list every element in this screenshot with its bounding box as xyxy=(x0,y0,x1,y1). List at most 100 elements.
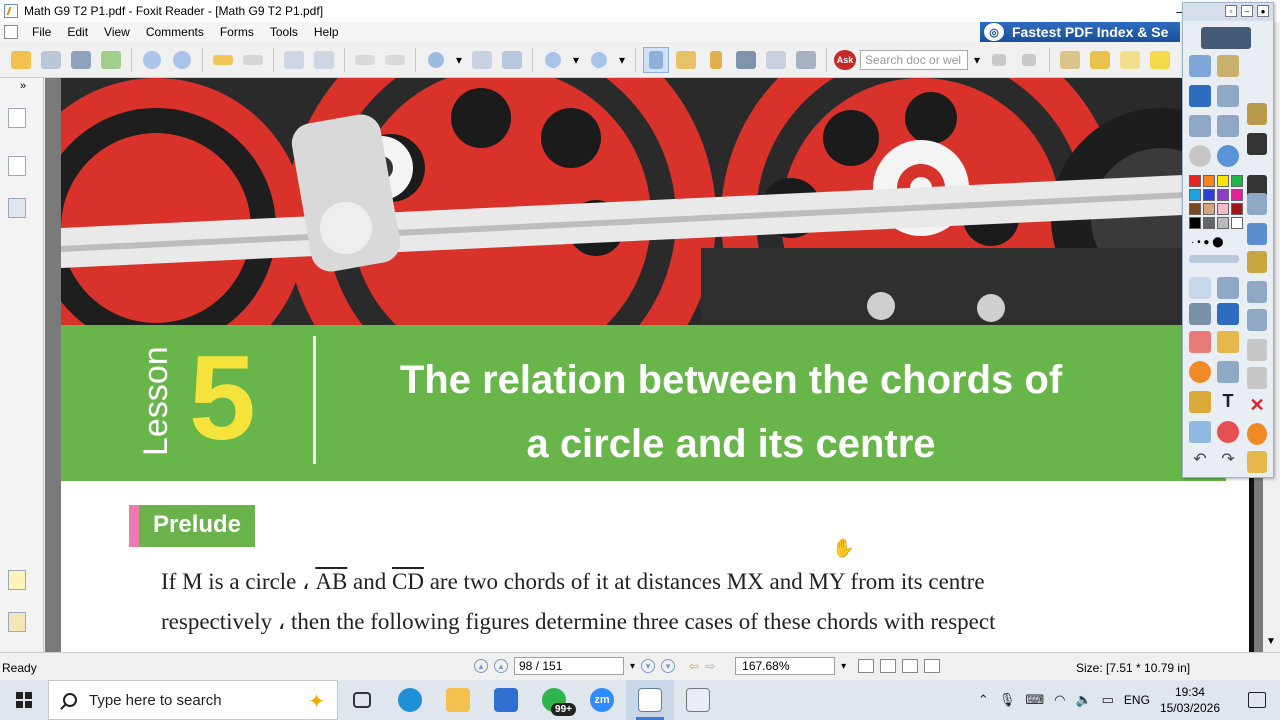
save-button[interactable] xyxy=(38,47,64,73)
palette-globe-icon[interactable] xyxy=(1217,145,1239,167)
color-swatch-purple[interactable] xyxy=(1217,189,1229,201)
file-explorer-taskbar-button[interactable] xyxy=(434,680,482,720)
edge-taskbar-button[interactable] xyxy=(386,680,434,720)
pencil-tool-button[interactable] xyxy=(1087,47,1113,73)
palette-side-tool-icon[interactable] xyxy=(1247,451,1267,473)
palette-side-tool-icon[interactable] xyxy=(1247,339,1267,361)
search-go-button[interactable] xyxy=(986,47,1012,73)
color-swatch-white[interactable] xyxy=(1231,217,1243,229)
color-swatch-blue[interactable] xyxy=(1203,189,1215,201)
extract-pages-button[interactable] xyxy=(281,47,307,73)
wifi-icon[interactable]: ◠ xyxy=(1054,692,1065,708)
continuous-view-icon[interactable] xyxy=(880,659,896,673)
keyboard-input-icon[interactable]: ⌨ xyxy=(1025,692,1044,708)
note-tool-button[interactable] xyxy=(1147,47,1173,73)
color-swatch-lightgray[interactable] xyxy=(1217,217,1229,229)
palette-share-button[interactable] xyxy=(1201,27,1251,49)
page-dropdown-icon[interactable]: ▾ xyxy=(630,661,635,672)
search-dropdown[interactable]: ▾ xyxy=(972,47,982,73)
fit-page-button[interactable] xyxy=(469,47,495,73)
next-view-icon[interactable]: ⇨ xyxy=(705,659,715,673)
zoom-taskbar-button[interactable]: zm xyxy=(578,680,626,720)
palette-fill-icon[interactable] xyxy=(1217,331,1239,353)
document-viewport[interactable]: Lesson 5 The relation between the chords… xyxy=(45,78,1263,652)
next-page-icon[interactable]: ▼ xyxy=(641,659,656,673)
menu-comments[interactable]: Comments xyxy=(138,25,212,39)
prev-page-icon[interactable]: ▲ xyxy=(494,659,508,673)
palette-refresh-icon[interactable] xyxy=(1217,421,1239,443)
palette-tool-icon[interactable] xyxy=(1189,145,1211,167)
color-swatch-green[interactable] xyxy=(1231,175,1243,187)
palette-tool-icon[interactable] xyxy=(1189,115,1211,137)
color-swatch-brown[interactable] xyxy=(1189,203,1201,215)
palette-side-tool-icon[interactable] xyxy=(1247,281,1267,303)
annotation-select-button[interactable] xyxy=(703,47,729,73)
insert-pages-button[interactable] xyxy=(311,47,337,73)
palette-side-tool-icon[interactable] xyxy=(1247,423,1267,445)
zoom-in-dropdown[interactable]: ▾ xyxy=(616,47,628,73)
start-button[interactable] xyxy=(0,680,48,720)
palette-clipboard-icon[interactable] xyxy=(1189,391,1211,413)
microphone-icon[interactable]: 🎙 xyxy=(999,692,1016,708)
document-properties-button[interactable] xyxy=(1057,47,1083,73)
zoom-level-dropdown-icon[interactable]: ▾ xyxy=(841,661,846,672)
zoom-level-field[interactable]: 167.68% xyxy=(735,657,836,675)
scroll-down-icon[interactable]: ▼ xyxy=(1266,636,1276,647)
menu-file[interactable]: File xyxy=(24,25,59,39)
palette-side-tool-icon[interactable] xyxy=(1247,367,1267,389)
single-page-view-icon[interactable] xyxy=(858,659,874,673)
palette-side-tool-icon[interactable] xyxy=(1247,223,1267,245)
palette-minimize-icon[interactable]: – xyxy=(1241,5,1253,17)
volume-icon[interactable]: 🔈 xyxy=(1075,692,1091,708)
email-button[interactable] xyxy=(98,47,124,73)
system-clock[interactable]: 19:34 15/03/2026 xyxy=(1160,684,1220,716)
find-button[interactable] xyxy=(733,47,759,73)
palette-side-tool-icon[interactable] xyxy=(1247,309,1267,331)
menu-view[interactable]: View xyxy=(96,25,138,39)
palette-pencil-icon[interactable] xyxy=(1189,303,1211,325)
whatsapp-taskbar-button[interactable]: 99+ xyxy=(530,680,578,720)
undo-button[interactable] xyxy=(352,47,378,73)
task-view-button[interactable] xyxy=(338,680,386,720)
zoom-out-dropdown[interactable]: ▾ xyxy=(570,47,582,73)
back-button[interactable] xyxy=(210,47,236,73)
palette-side-tool-icon[interactable] xyxy=(1247,251,1267,273)
bookmarks-panel-button[interactable] xyxy=(8,156,26,176)
zoom-dropdown[interactable]: ▾ xyxy=(453,47,465,73)
snapshot-button[interactable] xyxy=(793,47,819,73)
color-swatch-cyan[interactable] xyxy=(1189,189,1201,201)
expand-panel-icon[interactable]: » xyxy=(20,80,26,92)
language-indicator[interactable]: ENG xyxy=(1124,693,1150,707)
color-swatch-pink[interactable] xyxy=(1217,203,1229,215)
color-swatch-magenta[interactable] xyxy=(1231,189,1243,201)
palette-eraser-icon[interactable] xyxy=(1189,331,1211,353)
palette-side-tool-icon[interactable] xyxy=(1247,133,1267,155)
palette-slider[interactable] xyxy=(1189,255,1239,263)
color-swatch-gray[interactable] xyxy=(1203,217,1215,229)
menu-help[interactable]: Help xyxy=(306,25,347,39)
palette-marker-icon[interactable] xyxy=(1217,303,1239,325)
palette-pointer-icon[interactable] xyxy=(1189,277,1211,299)
comments-panel-button[interactable] xyxy=(8,570,26,590)
color-swatch-yellow[interactable] xyxy=(1217,175,1229,187)
document-menu-icon[interactable] xyxy=(4,25,18,39)
palette-tool-icon[interactable] xyxy=(1217,115,1239,137)
color-swatch-black[interactable] xyxy=(1189,217,1201,229)
battery-icon[interactable]: ▭ xyxy=(1102,692,1114,708)
color-swatch-orange[interactable] xyxy=(1203,175,1215,187)
foxit-taskbar-button[interactable] xyxy=(626,680,674,720)
palette-side-tool-icon[interactable] xyxy=(1247,103,1267,125)
forward-button[interactable] xyxy=(240,47,266,73)
pdf-tool-taskbar-button[interactable] xyxy=(674,680,722,720)
palette-shape-icon[interactable] xyxy=(1189,361,1211,383)
continuous-facing-view-icon[interactable] xyxy=(924,659,940,673)
palette-restore-icon[interactable]: ▫ xyxy=(1225,5,1237,17)
menu-tools[interactable]: Tools xyxy=(262,25,306,39)
palette-pen-icon[interactable] xyxy=(1189,85,1211,107)
color-swatch-red[interactable] xyxy=(1189,175,1201,187)
palette-tool-icon[interactable] xyxy=(1217,85,1239,107)
ad-banner[interactable]: ◎ Fastest PDF Index & Se xyxy=(980,22,1180,42)
select-text-button[interactable] xyxy=(673,47,699,73)
palette-close-icon[interactable]: ✕ xyxy=(1247,395,1267,417)
notification-icon[interactable] xyxy=(1248,692,1266,708)
